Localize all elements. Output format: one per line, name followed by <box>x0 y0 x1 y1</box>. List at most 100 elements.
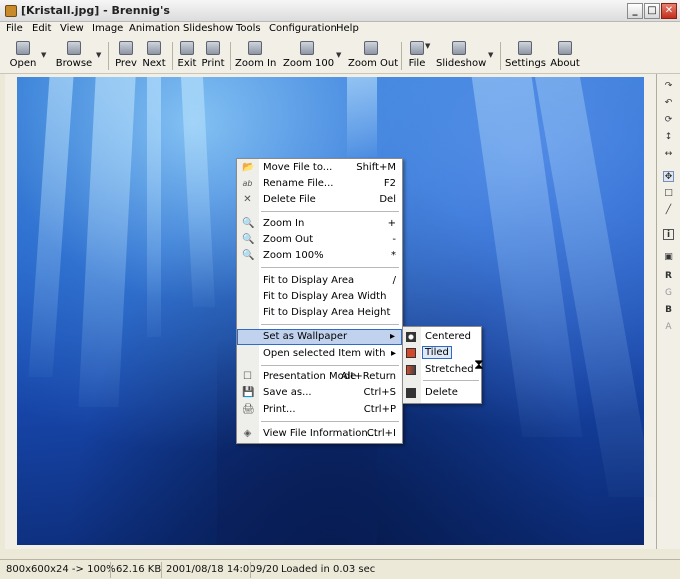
about-button[interactable]: About <box>549 40 581 72</box>
submenu-item-delete[interactable]: Delete <box>403 385 481 401</box>
menu-view[interactable]: View <box>60 23 84 34</box>
line-icon[interactable]: ╱ <box>663 205 674 216</box>
rotate-ccw-icon[interactable]: ↶ <box>663 98 674 109</box>
menu-item-delete-file[interactable]: ✕ Delete File Del <box>237 192 402 208</box>
title-bar: [Kristall.jpg] - Brennig's _ □ ✕ <box>0 0 680 22</box>
menu-item-shortcut: F2 <box>383 178 396 189</box>
menu-item-fit-display[interactable]: Fit to Display Area / <box>237 273 402 289</box>
printer-icon: 🖨 <box>242 404 255 415</box>
light-beam <box>147 77 161 337</box>
menu-separator <box>423 380 479 381</box>
menu-item-label: Zoom Out <box>263 234 314 245</box>
info-icon[interactable]: i <box>663 229 674 240</box>
menu-image[interactable]: Image <box>92 23 123 34</box>
zoom-out-button[interactable]: Zoom Out <box>348 40 399 72</box>
browse-button[interactable]: Browse <box>55 40 93 72</box>
channel-a-button[interactable]: A <box>663 322 674 333</box>
menu-item-label: Save as... <box>263 387 312 398</box>
next-button[interactable]: Next <box>141 40 167 72</box>
submenu-item-centered[interactable]: Centered <box>403 329 481 345</box>
wallpaper-submenu: Centered Tiled Stretched Delete <box>402 326 482 404</box>
prev-button[interactable]: Prev <box>113 40 139 72</box>
menu-item-label: Move File to... <box>263 162 333 173</box>
menu-item-fit-width[interactable]: Fit to Display Area Width <box>237 289 402 305</box>
zoom-100-dropdown-icon[interactable]: ▼ <box>336 51 341 59</box>
submenu-item-label: Tiled <box>422 346 452 359</box>
delete-wallpaper-icon <box>406 388 416 398</box>
rotate-free-icon[interactable]: ⟳ <box>663 115 674 126</box>
flip-horizontal-icon[interactable]: ↔ <box>663 149 674 160</box>
toolbar-divider <box>230 42 231 70</box>
menu-slideshow[interactable]: Slideshow <box>183 23 233 34</box>
menu-item-presentation-mode[interactable]: ☐ Presentation Mode Alt+Return <box>237 369 402 385</box>
about-icon <box>558 41 572 55</box>
channel-b-button[interactable]: B <box>663 305 674 316</box>
select-icon[interactable]: □ <box>663 188 674 199</box>
menu-item-set-wallpaper[interactable]: Set as Wallpaper ▸ <box>237 329 402 345</box>
flip-vertical-icon[interactable]: ↕ <box>663 132 674 143</box>
image-mode-icon[interactable]: ▣ <box>663 252 674 263</box>
zoom-in-icon <box>248 41 262 55</box>
menu-configuration[interactable]: Configuration <box>269 23 337 34</box>
menu-item-view-file-info[interactable]: ◈ View File Information... Ctrl+I <box>237 426 402 442</box>
menu-item-fit-height[interactable]: Fit to Display Area Height <box>237 305 402 321</box>
next-icon <box>147 41 161 55</box>
menu-tools[interactable]: Tools <box>236 23 261 34</box>
status-dimensions: 800x600x24 -> 100% <box>6 564 116 575</box>
status-divider <box>161 562 162 578</box>
menu-item-zoom-in[interactable]: 🔍 Zoom In + <box>237 216 402 232</box>
minimize-button[interactable]: _ <box>627 3 643 19</box>
menu-edit[interactable]: Edit <box>32 23 51 34</box>
menu-item-shortcut: Ctrl+P <box>363 404 396 415</box>
menu-item-move-file[interactable]: 📂 Move File to... Shift+M <box>237 160 402 176</box>
menu-item-open-with[interactable]: Open selected Item with ▸ <box>237 346 402 362</box>
move-icon[interactable]: ✥ <box>663 171 674 182</box>
channel-g-button[interactable]: G <box>663 288 674 299</box>
exit-button[interactable]: Exit <box>176 40 198 72</box>
print-button[interactable]: Print <box>201 40 225 72</box>
channel-r-button[interactable]: R <box>663 271 674 282</box>
settings-button[interactable]: Settings <box>505 40 546 72</box>
menu-item-zoom-100[interactable]: 🔍 Zoom 100% * <box>237 248 402 264</box>
zoom-100-button[interactable]: Zoom 100 <box>283 40 335 72</box>
menu-item-rename-file[interactable]: ab Rename File... F2 <box>237 176 402 192</box>
slideshow-dropdown-icon[interactable]: ▼ <box>488 51 493 59</box>
light-beam <box>28 77 74 377</box>
close-button[interactable]: ✕ <box>661 3 677 19</box>
file-dropdown-icon[interactable]: ▼ <box>425 42 430 50</box>
rotate-cw-icon[interactable]: ↷ <box>663 81 674 92</box>
open-button[interactable]: Open <box>8 40 38 72</box>
menu-item-zoom-out[interactable]: 🔍 Zoom Out - <box>237 232 402 248</box>
zoom-out-label: Zoom Out <box>348 58 399 69</box>
menu-animation[interactable]: Animation <box>129 23 180 34</box>
settings-icon <box>518 41 532 55</box>
menu-item-save-as[interactable]: 💾 Save as... Ctrl+S <box>237 385 402 401</box>
slideshow-button[interactable]: Slideshow <box>436 40 487 72</box>
browse-dropdown-icon[interactable]: ▼ <box>96 51 101 59</box>
menu-separator <box>261 324 399 325</box>
zoom-out-icon: 🔍 <box>242 234 255 245</box>
menu-item-shortcut: Alt+Return <box>340 371 396 382</box>
slideshow-label: Slideshow <box>436 58 487 69</box>
rename-icon: ab <box>242 179 253 188</box>
print-icon <box>206 41 220 55</box>
menu-help[interactable]: Help <box>336 23 359 34</box>
menu-item-label: View File Information... <box>263 428 378 439</box>
submenu-item-tiled[interactable]: Tiled <box>403 345 481 361</box>
status-position: 9/20 <box>256 564 279 575</box>
menu-item-label: Zoom 100% <box>263 250 324 261</box>
zoom-100-label: Zoom 100 <box>283 58 335 69</box>
prev-label: Prev <box>115 58 137 69</box>
folder-icon: 📂 <box>242 162 255 173</box>
zoom-in-button[interactable]: Zoom In <box>235 40 276 72</box>
submenu-item-label: Delete <box>425 387 458 398</box>
menu-item-shortcut: Del <box>379 194 396 205</box>
open-icon <box>16 41 30 55</box>
menu-file[interactable]: File <box>6 23 23 34</box>
maximize-button[interactable]: □ <box>644 3 660 19</box>
submenu-item-stretched[interactable]: Stretched <box>403 362 481 378</box>
print-label: Print <box>201 58 225 69</box>
status-divider <box>250 562 251 578</box>
open-dropdown-icon[interactable]: ▼ <box>41 51 46 59</box>
menu-item-print[interactable]: 🖨 Print... Ctrl+P <box>237 402 402 418</box>
